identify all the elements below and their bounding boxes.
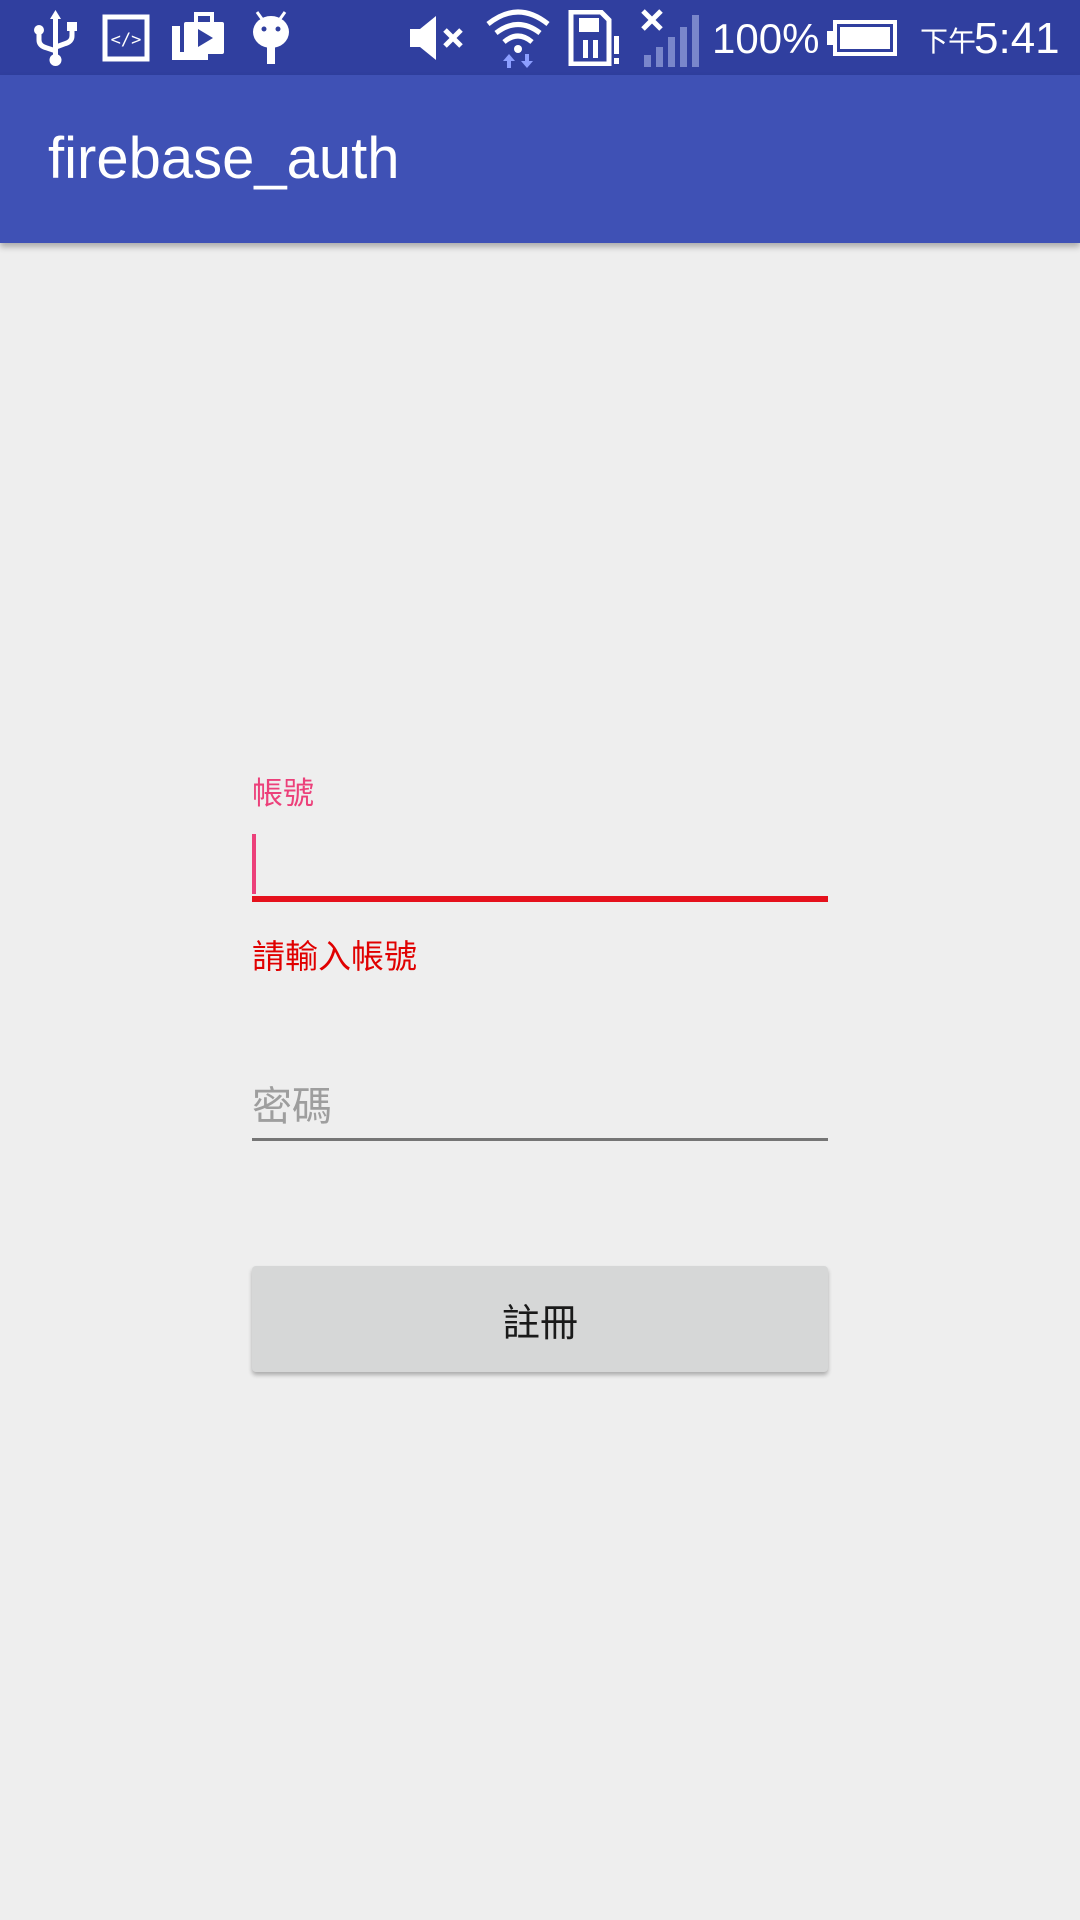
password-underline bbox=[252, 1138, 828, 1141]
account-label: 帳號 bbox=[252, 776, 314, 812]
account-error-text: 請輸入帳號 bbox=[252, 937, 417, 976]
text-cursor bbox=[252, 834, 256, 894]
battery-icon bbox=[826, 10, 898, 66]
account-underline bbox=[252, 896, 828, 902]
svg-text:</>: </> bbox=[111, 30, 142, 50]
account-field[interactable] bbox=[252, 830, 828, 940]
play-store-icon bbox=[168, 10, 228, 66]
clock-time: 5:41 bbox=[974, 14, 1060, 63]
app-bar: firebase_auth bbox=[0, 75, 1080, 243]
app-title: firebase_auth bbox=[48, 126, 400, 191]
android-debug-icon bbox=[246, 10, 296, 66]
account-input[interactable] bbox=[252, 830, 828, 930]
status-bar: </> 100% 下午 5:41 bbox=[0, 0, 1080, 75]
clock-prefix: 下午 bbox=[920, 25, 977, 58]
password-input[interactable] bbox=[252, 1060, 828, 1140]
usb-icon bbox=[30, 10, 82, 66]
wifi-icon bbox=[484, 9, 552, 68]
signal-no-service-icon bbox=[638, 9, 700, 67]
register-button[interactable]: 註冊 bbox=[252, 1266, 828, 1372]
volume-muted-icon bbox=[406, 10, 470, 66]
sd-card-alert-icon bbox=[566, 10, 624, 66]
battery-percent: 100% bbox=[712, 15, 820, 62]
password-field[interactable]: 密碼 bbox=[252, 1060, 828, 1140]
developer-mode-icon: </> bbox=[100, 10, 152, 66]
